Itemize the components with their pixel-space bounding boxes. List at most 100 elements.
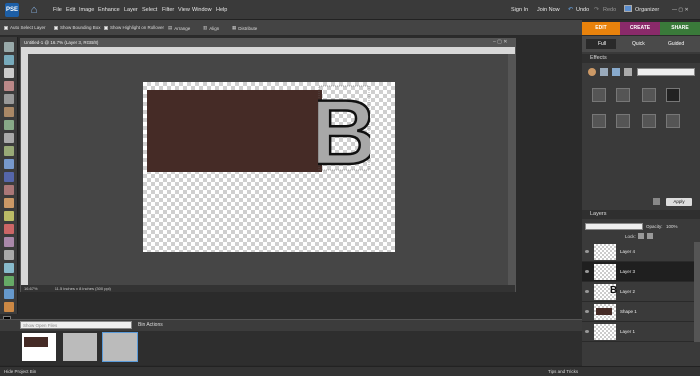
effect-swatch[interactable] bbox=[666, 114, 680, 128]
menu-window[interactable]: Window bbox=[192, 7, 212, 13]
menu-image[interactable]: Image bbox=[79, 7, 94, 13]
layer-row[interactable]: B Layer 2 bbox=[582, 282, 694, 302]
apply-button[interactable]: Apply bbox=[666, 198, 692, 206]
magic-wand-tool-icon[interactable] bbox=[4, 120, 14, 130]
crop-tool-icon[interactable] bbox=[4, 146, 14, 156]
clone-stamp-tool-icon[interactable] bbox=[4, 211, 14, 221]
bin-thumbnail[interactable] bbox=[63, 333, 97, 361]
red-eye-tool-icon[interactable] bbox=[4, 185, 14, 195]
shape-tool-icon[interactable] bbox=[4, 302, 14, 312]
effects-panel-header[interactable]: Effects bbox=[582, 54, 700, 63]
layer-row[interactable]: Shape 1 bbox=[582, 302, 694, 322]
menu-filter[interactable]: Filter bbox=[162, 7, 174, 13]
organizer-icon[interactable] bbox=[624, 5, 632, 12]
brush-tool-icon[interactable] bbox=[4, 237, 14, 247]
effect-swatch[interactable] bbox=[592, 114, 606, 128]
join-now-link[interactable]: Join Now bbox=[537, 7, 560, 13]
zoom-tool-icon[interactable] bbox=[4, 55, 14, 65]
blend-mode-select[interactable] bbox=[585, 223, 643, 230]
lasso-tool-icon[interactable] bbox=[4, 107, 14, 117]
move-tool-icon[interactable] bbox=[4, 42, 14, 52]
home-icon[interactable]: ⌂ bbox=[28, 4, 40, 16]
letter-b-layer[interactable]: B bbox=[318, 84, 370, 172]
hide-project-bin-button[interactable]: Hide Project Bin bbox=[4, 369, 36, 374]
effect-swatch[interactable] bbox=[666, 88, 680, 102]
smudge-tool-icon[interactable] bbox=[4, 250, 14, 260]
visibility-eye-icon[interactable] bbox=[585, 250, 589, 253]
spot-healing-tool-icon[interactable] bbox=[4, 198, 14, 208]
menu-edit[interactable]: Edit bbox=[66, 7, 75, 13]
menu-file[interactable]: File bbox=[53, 7, 62, 13]
menu-select[interactable]: Select bbox=[142, 7, 157, 13]
visibility-eye-icon[interactable] bbox=[585, 290, 589, 293]
undo-button[interactable]: Undo bbox=[576, 7, 589, 13]
effect-swatch[interactable] bbox=[642, 114, 656, 128]
bin-source-select[interactable]: Show Open Files bbox=[20, 321, 132, 329]
effects-category-select[interactable] bbox=[637, 68, 695, 76]
view-guided-button[interactable]: Guided bbox=[656, 39, 692, 49]
auto-select-layer-checkbox[interactable]: Auto Select Layer bbox=[4, 25, 46, 30]
highlight-rollover-checkbox[interactable]: Show Highlight on Rollover bbox=[104, 25, 164, 30]
all-effects-icon[interactable] bbox=[624, 68, 632, 76]
lock-transparency-icon[interactable] bbox=[647, 233, 653, 239]
layer-row[interactable]: Layer 3 bbox=[582, 262, 694, 282]
bin-actions-menu[interactable]: Bin Actions bbox=[138, 322, 163, 328]
menu-enhance[interactable]: Enhance bbox=[98, 7, 120, 13]
effect-swatch[interactable] bbox=[616, 114, 630, 128]
menu-layer[interactable]: Layer bbox=[124, 7, 138, 13]
gradient-tool-icon[interactable] bbox=[4, 289, 14, 299]
shape-rectangle[interactable] bbox=[147, 90, 322, 172]
effect-swatch[interactable] bbox=[642, 88, 656, 102]
redo-icon[interactable]: ↷ bbox=[594, 6, 599, 13]
organizer-button[interactable]: Organizer bbox=[635, 7, 659, 13]
bin-thumbnail[interactable] bbox=[22, 333, 56, 361]
tab-share[interactable]: SHARE bbox=[660, 22, 700, 35]
layer-name: Layer 3 bbox=[620, 269, 636, 274]
sponge-tool-icon[interactable] bbox=[4, 263, 14, 273]
bounding-box-checkbox[interactable]: Show Bounding Box bbox=[54, 25, 101, 30]
redo-button[interactable]: Redo bbox=[603, 7, 616, 13]
photo-effects-icon[interactable] bbox=[612, 68, 620, 76]
trash-icon[interactable] bbox=[653, 198, 660, 205]
menu-view[interactable]: View bbox=[178, 7, 190, 13]
align-button[interactable]: ▥ Align bbox=[203, 25, 219, 31]
visibility-eye-icon[interactable] bbox=[585, 310, 589, 313]
filters-icon[interactable] bbox=[588, 68, 596, 76]
document-title: Untitled-1 @ 16.7% (Layer 3, RGB/8) bbox=[21, 39, 515, 47]
view-full-button[interactable]: Full bbox=[586, 39, 616, 49]
effect-swatch[interactable] bbox=[592, 88, 606, 102]
type-tool-icon[interactable] bbox=[4, 133, 14, 143]
visibility-eye-icon[interactable] bbox=[585, 270, 589, 273]
sign-in-link[interactable]: Sign In bbox=[511, 7, 528, 13]
tips-tricks-button[interactable]: Tips and Tricks bbox=[548, 369, 578, 374]
marquee-tool-icon[interactable] bbox=[4, 94, 14, 104]
layer-row[interactable]: Layer 1 bbox=[582, 322, 694, 342]
window-controls[interactable]: — ▢ ✕ bbox=[672, 7, 689, 13]
paint-bucket-tool-icon[interactable] bbox=[4, 276, 14, 286]
tab-create[interactable]: CREATE bbox=[620, 22, 660, 35]
menu-help[interactable]: Help bbox=[216, 7, 227, 13]
layer-row[interactable]: Layer 4 bbox=[582, 242, 694, 262]
undo-icon[interactable]: ↶ bbox=[568, 6, 573, 13]
straighten-tool-icon[interactable] bbox=[4, 172, 14, 182]
layers-panel-header[interactable]: Layers bbox=[582, 210, 700, 219]
layers-title: Layers bbox=[590, 211, 607, 217]
document-window-controls[interactable]: – ▢ ✕ bbox=[493, 39, 507, 45]
view-quick-button[interactable]: Quick bbox=[620, 39, 650, 49]
layer-styles-icon[interactable] bbox=[600, 68, 608, 76]
tab-edit[interactable]: EDIT bbox=[582, 22, 620, 35]
layers-scrollbar[interactable] bbox=[694, 242, 700, 342]
vertical-scrollbar[interactable] bbox=[508, 54, 515, 285]
effect-swatch[interactable] bbox=[616, 88, 630, 102]
hand-tool-icon[interactable] bbox=[4, 68, 14, 78]
eyedropper-tool-icon[interactable] bbox=[4, 81, 14, 91]
arrange-button[interactable]: ▤ Arrange bbox=[168, 25, 190, 31]
visibility-eye-icon[interactable] bbox=[585, 330, 589, 333]
bin-thumbnail-selected[interactable] bbox=[102, 332, 138, 362]
distribute-button[interactable]: ▦ Distribute bbox=[232, 25, 257, 31]
cookie-cutter-tool-icon[interactable] bbox=[4, 159, 14, 169]
opacity-value[interactable]: 100% bbox=[666, 224, 678, 229]
eraser-tool-icon[interactable] bbox=[4, 224, 14, 234]
lock-icon[interactable] bbox=[638, 233, 644, 239]
zoom-level[interactable]: 16.67% bbox=[24, 286, 38, 291]
